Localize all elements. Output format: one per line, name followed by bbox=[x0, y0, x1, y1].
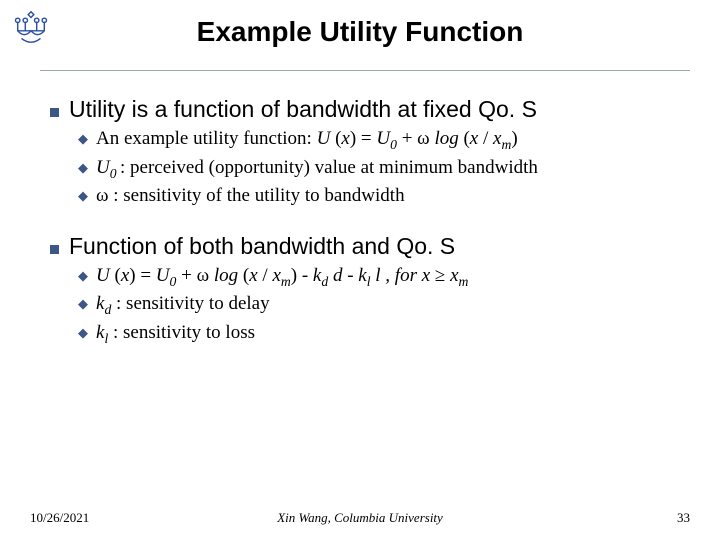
footer-page-number: 33 bbox=[677, 510, 690, 526]
bullet-1-text: Utility is a function of bandwidth at fi… bbox=[69, 96, 537, 123]
bullet-2-sub-1: ◆ U (x) = U0 + ω log (x / xm) - kd d - k… bbox=[78, 264, 690, 291]
diamond-bullet-icon: ◆ bbox=[78, 296, 88, 313]
bullet-1-sub-1-text: An example utility function: U (x) = U0 … bbox=[96, 127, 690, 154]
title-underline bbox=[40, 70, 690, 71]
diamond-bullet-icon: ◆ bbox=[78, 131, 88, 148]
bullet-1-sub-3: ◆ ω : sensitivity of the utility to band… bbox=[78, 184, 690, 209]
text-fragment: An example utility function: bbox=[96, 128, 317, 149]
bullet-1-sub-3-text: ω : sensitivity of the utility to bandwi… bbox=[96, 184, 690, 209]
bullet-2: Function of both bandwidth and Qo. S bbox=[50, 233, 690, 260]
bullet-1-sub-2-text: U0 : perceived (opportunity) value at mi… bbox=[96, 156, 690, 183]
diamond-bullet-icon: ◆ bbox=[78, 325, 88, 342]
diamond-bullet-icon: ◆ bbox=[78, 268, 88, 285]
text-fragment: : perceived (opportunity) value at minim… bbox=[120, 157, 538, 178]
diamond-bullet-icon: ◆ bbox=[78, 188, 88, 205]
bullet-1: Utility is a function of bandwidth at fi… bbox=[50, 96, 690, 123]
bullet-2-sub-1-text: U (x) = U0 + ω log (x / xm) - kd d - kl … bbox=[96, 264, 690, 291]
footer-date: 10/26/2021 bbox=[30, 510, 89, 526]
bullet-2-text: Function of both bandwidth and Qo. S bbox=[69, 233, 455, 260]
slide: Example Utility Function Utility is a fu… bbox=[0, 0, 720, 540]
bullet-1-sub-2: ◆ U0 : perceived (opportunity) value at … bbox=[78, 156, 690, 183]
slide-title: Example Utility Function bbox=[0, 16, 720, 48]
square-bullet-icon bbox=[50, 108, 59, 117]
footer: 10/26/2021 Xin Wang, Columbia University… bbox=[30, 510, 690, 526]
bullet-1-sub-1: ◆ An example utility function: U (x) = U… bbox=[78, 127, 690, 154]
bullet-2-sub-3-text: kl : sensitivity to loss bbox=[96, 321, 690, 348]
text-fragment: : sensitivity to delay bbox=[111, 293, 269, 314]
bullet-2-sub-3: ◆ kl : sensitivity to loss bbox=[78, 321, 690, 348]
bullet-2-sub-2-text: kd : sensitivity to delay bbox=[96, 292, 690, 319]
spacer bbox=[50, 209, 690, 227]
bullet-2-sub-2: ◆ kd : sensitivity to delay bbox=[78, 292, 690, 319]
content-area: Utility is a function of bandwidth at fi… bbox=[50, 90, 690, 348]
diamond-bullet-icon: ◆ bbox=[78, 160, 88, 177]
footer-author: Xin Wang, Columbia University bbox=[30, 510, 690, 526]
square-bullet-icon bbox=[50, 245, 59, 254]
text-fragment: : sensitivity to loss bbox=[108, 322, 255, 343]
